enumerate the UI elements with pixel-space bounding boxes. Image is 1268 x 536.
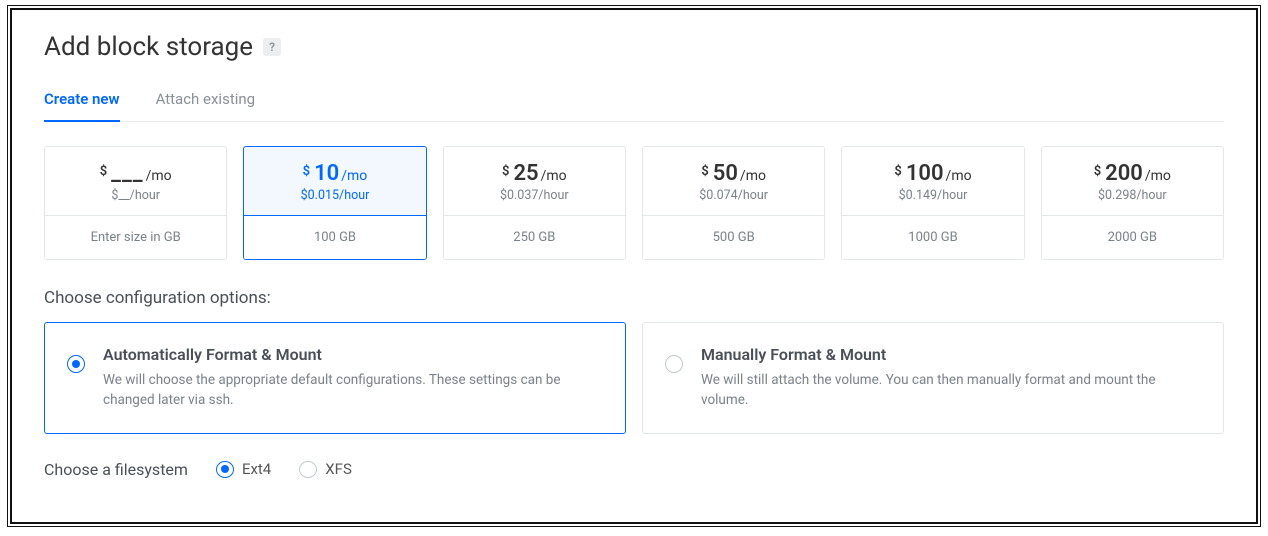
- dollar-sign: $: [502, 164, 509, 179]
- plans-grid: $ ___ /mo $__/hour Enter size in GB $ 10…: [44, 146, 1224, 260]
- plan-price-box: $ 10 /mo $0.015/hour: [244, 147, 425, 216]
- dollar-sign: $: [303, 164, 310, 179]
- filesystem-option-label: Ext4: [242, 460, 271, 478]
- tab-label: Attach existing: [156, 90, 256, 108]
- plan-1000gb[interactable]: $ 100 /mo $0.149/hour 1000 GB: [841, 146, 1024, 260]
- add-block-storage-panel: Add block storage ? Create new Attach ex…: [10, 8, 1258, 524]
- config-text: Automatically Format & Mount We will cho…: [103, 345, 599, 411]
- tab-create-new[interactable]: Create new: [44, 90, 120, 122]
- per-month-suffix: /mo: [341, 168, 367, 184]
- config-title: Manually Format & Mount: [701, 345, 1197, 364]
- price-per-month: $ 10 /mo: [252, 161, 417, 186]
- plan-price-box: $ ___ /mo $__/hour: [45, 147, 226, 216]
- price-amount: 25: [513, 161, 538, 186]
- price-amount: 100: [906, 161, 944, 186]
- price-per-month: $ 50 /mo: [651, 161, 816, 186]
- config-description: We will still attach the volume. You can…: [701, 370, 1197, 411]
- dollar-sign: $: [701, 164, 708, 179]
- tabs: Create new Attach existing: [44, 90, 1224, 122]
- plan-price-box: $ 50 /mo $0.074/hour: [643, 147, 824, 216]
- filesystem-option-xfs[interactable]: XFS: [299, 460, 352, 478]
- price-amount: 50: [713, 161, 738, 186]
- price-per-month: $ ___ /mo: [53, 161, 218, 186]
- dollar-sign: $: [100, 164, 107, 179]
- config-description: We will choose the appropriate default c…: [103, 370, 599, 411]
- plan-price-box: $ 100 /mo $0.149/hour: [842, 147, 1023, 216]
- tab-label: Create new: [44, 90, 120, 108]
- filesystem-option-label: XFS: [325, 460, 352, 478]
- filesystem-row: Choose a filesystem Ext4 XFS: [44, 460, 1224, 479]
- plan-price-box: $ 200 /mo $0.298/hour: [1042, 147, 1223, 216]
- plan-price-box: $ 25 /mo $0.037/hour: [444, 147, 625, 216]
- plan-custom[interactable]: $ ___ /mo $__/hour Enter size in GB: [44, 146, 227, 260]
- page-title: Add block storage ?: [44, 32, 1224, 62]
- price-amount: 10: [314, 161, 339, 186]
- plan-2000gb[interactable]: $ 200 /mo $0.298/hour 2000 GB: [1041, 146, 1224, 260]
- price-per-hour: $0.298/hour: [1050, 188, 1215, 203]
- page-title-text: Add block storage: [44, 32, 253, 62]
- radio-icon: [216, 461, 234, 478]
- per-month-suffix: /mo: [1145, 168, 1171, 184]
- radio-icon: [665, 355, 683, 373]
- help-icon[interactable]: ?: [263, 38, 281, 56]
- price-per-hour: $__/hour: [53, 188, 218, 203]
- radio-icon: [299, 461, 317, 478]
- price-per-hour: $0.037/hour: [452, 188, 617, 203]
- config-section-label: Choose configuration options:: [44, 288, 1224, 308]
- plan-500gb[interactable]: $ 50 /mo $0.074/hour 500 GB: [642, 146, 825, 260]
- custom-size-placeholder: Enter size in GB: [91, 230, 181, 245]
- per-month-suffix: /mo: [541, 168, 567, 184]
- dollar-sign: $: [894, 164, 901, 179]
- config-manual-format[interactable]: Manually Format & Mount We will still at…: [642, 322, 1224, 434]
- config-text: Manually Format & Mount We will still at…: [701, 345, 1197, 411]
- per-month-suffix: /mo: [740, 168, 766, 184]
- price-per-month: $ 25 /mo: [452, 161, 617, 186]
- dollar-sign: $: [1094, 164, 1101, 179]
- per-month-suffix: /mo: [146, 168, 172, 184]
- plan-100gb[interactable]: $ 10 /mo $0.015/hour 100 GB: [243, 146, 426, 260]
- tab-attach-existing[interactable]: Attach existing: [156, 90, 256, 122]
- price-amount: 200: [1105, 161, 1143, 186]
- price-per-hour: $0.074/hour: [651, 188, 816, 203]
- price-amount-blank: ___: [111, 161, 143, 186]
- price-per-month: $ 200 /mo: [1050, 161, 1215, 186]
- price-per-hour: $0.149/hour: [850, 188, 1015, 203]
- plan-size: 1000 GB: [842, 216, 1023, 259]
- config-auto-format[interactable]: Automatically Format & Mount We will cho…: [44, 322, 626, 434]
- plan-size-input[interactable]: Enter size in GB: [45, 216, 226, 259]
- price-per-month: $ 100 /mo: [850, 161, 1015, 186]
- filesystem-label: Choose a filesystem: [44, 460, 188, 479]
- plan-250gb[interactable]: $ 25 /mo $0.037/hour 250 GB: [443, 146, 626, 260]
- radio-icon: [67, 355, 85, 373]
- plan-size: 250 GB: [444, 216, 625, 259]
- filesystem-option-ext4[interactable]: Ext4: [216, 460, 271, 478]
- plan-size: 2000 GB: [1042, 216, 1223, 259]
- config-title: Automatically Format & Mount: [103, 345, 599, 364]
- plan-size: 100 GB: [244, 216, 425, 259]
- per-month-suffix: /mo: [946, 168, 972, 184]
- plan-size: 500 GB: [643, 216, 824, 259]
- price-per-hour: $0.015/hour: [252, 188, 417, 203]
- config-options: Automatically Format & Mount We will cho…: [44, 322, 1224, 434]
